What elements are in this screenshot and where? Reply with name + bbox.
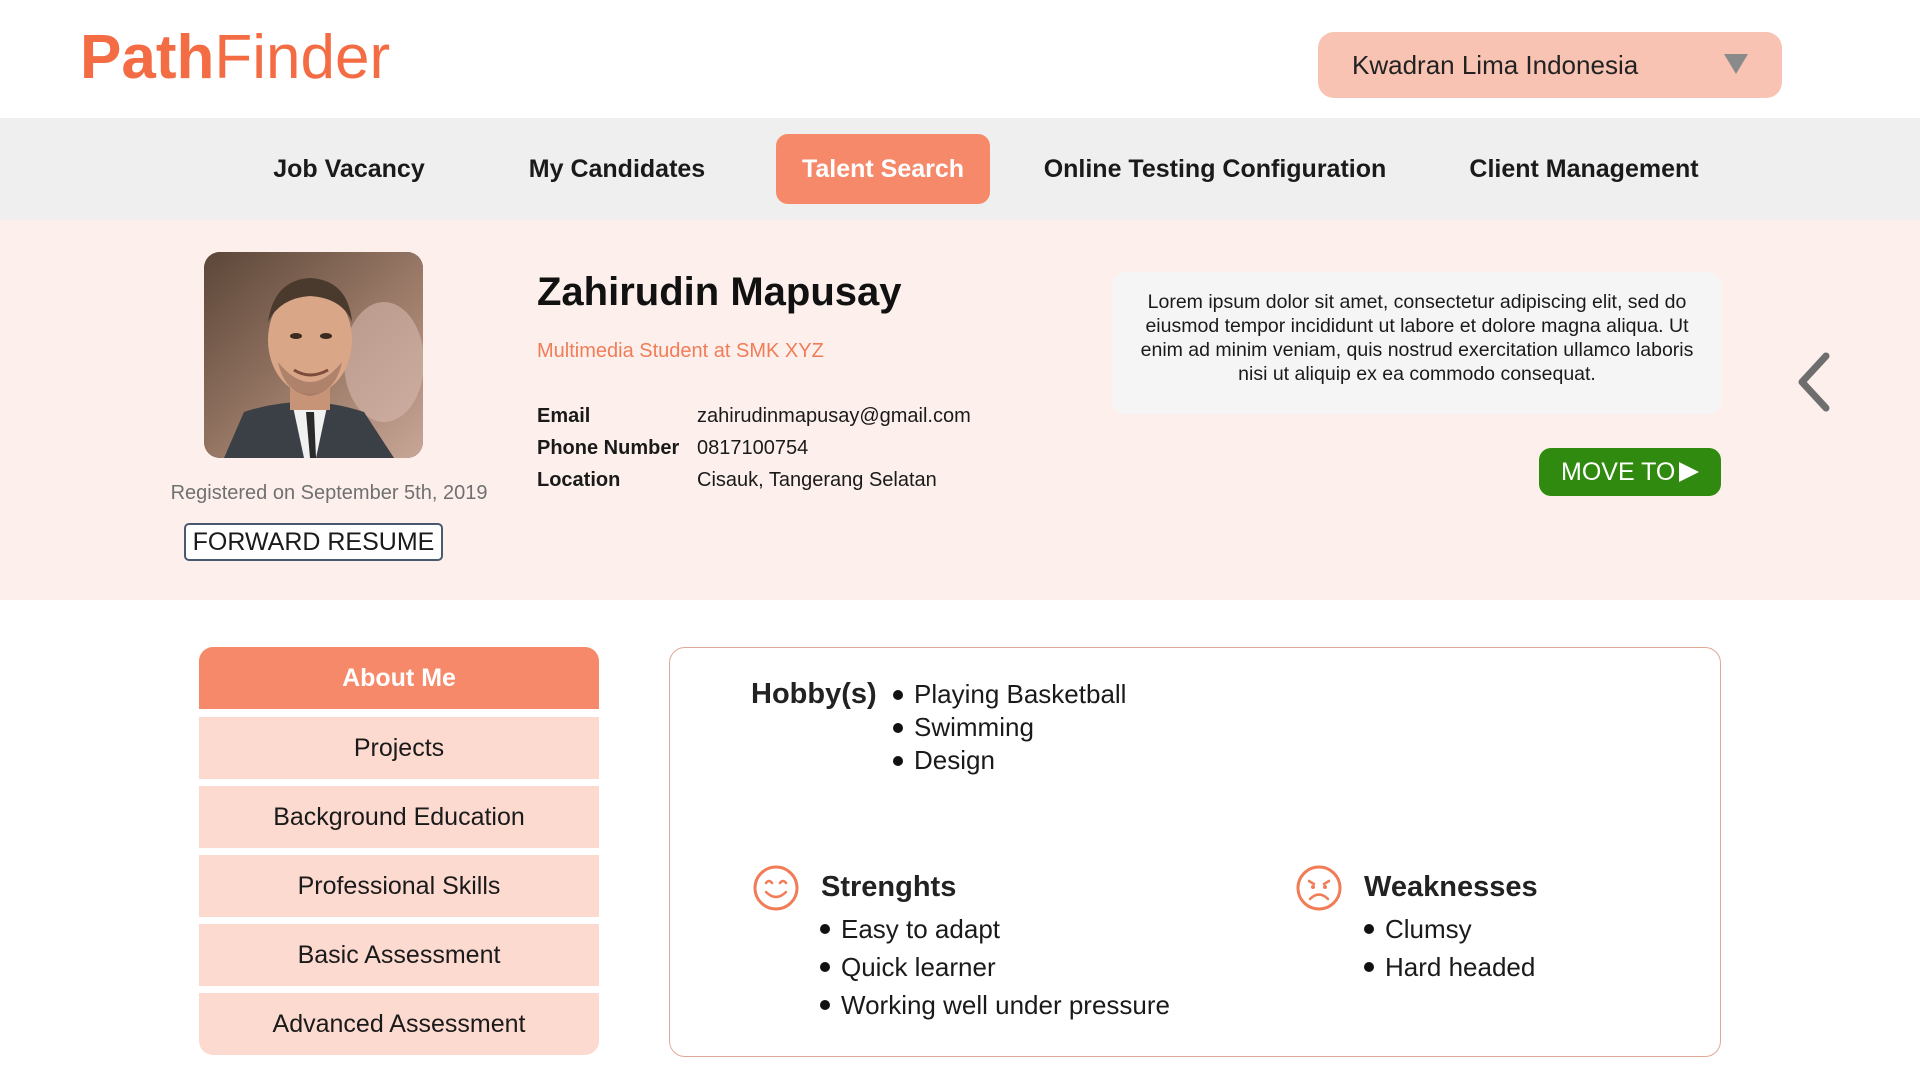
weaknesses-title: Weaknesses xyxy=(1364,871,1538,903)
candidate-name: Zahirudin Mapusay xyxy=(537,270,902,314)
menu-item-advanced-assessment[interactable]: Advanced Assessment xyxy=(199,993,599,1055)
sad-face-icon xyxy=(1296,865,1342,911)
phone-value: 0817100754 xyxy=(697,437,809,459)
list-item: Swimming xyxy=(893,711,1126,744)
hobby-title: Hobby(s) xyxy=(751,678,877,710)
info-row-location: Location Cisauk, Tangerang Selatan xyxy=(537,469,937,492)
about-summary-card: Lorem ipsum dolor sit amet, consectetur … xyxy=(1112,272,1722,414)
info-label: Phone Number xyxy=(537,437,680,459)
forward-resume-button[interactable]: FORWARD RESUME xyxy=(184,523,443,561)
info-row-phone: Phone Number 0817100754 xyxy=(537,437,808,460)
info-label: Email xyxy=(537,405,591,427)
hobby-list: Playing Basketball Swimming Design xyxy=(893,678,1126,777)
list-item: Quick learner xyxy=(820,948,1170,986)
list-item: Playing Basketball xyxy=(893,678,1126,711)
nav-item-client-management[interactable]: Client Management xyxy=(1452,134,1716,204)
weaknesses-list: Clumsy Hard headed xyxy=(1364,910,1535,986)
info-row-email: Email zahirudinmapusay@gmail.com xyxy=(537,405,971,428)
list-item: Clumsy xyxy=(1364,910,1535,948)
brand-logo-part2: Finder xyxy=(214,23,391,92)
nav-item-online-testing-configuration[interactable]: Online Testing Configuration xyxy=(1040,134,1390,204)
company-select-value: Kwadran Lima Indonesia xyxy=(1352,49,1639,80)
nav-item-talent-search[interactable]: Talent Search xyxy=(776,134,990,204)
chevron-left-icon[interactable] xyxy=(1792,352,1836,412)
strengths-title: Strenghts xyxy=(821,871,957,903)
list-item: Hard headed xyxy=(1364,948,1535,986)
smile-face-icon xyxy=(753,865,799,911)
nav-item-job-vacancy[interactable]: Job Vacancy xyxy=(248,134,450,204)
menu-item-projects[interactable]: Projects xyxy=(199,717,599,779)
info-label: Location xyxy=(537,469,621,491)
menu-item-background-education[interactable]: Background Education xyxy=(199,786,599,848)
menu-item-about-me[interactable]: About Me xyxy=(199,647,599,709)
about-summary-text: Lorem ipsum dolor sit amet, consectetur … xyxy=(1140,291,1694,385)
location-value: Cisauk, Tangerang Selatan xyxy=(697,469,937,491)
brand-logo-part1: Path xyxy=(80,23,215,92)
move-to-button[interactable]: MOVE TO xyxy=(1539,448,1721,496)
menu-item-basic-assessment[interactable]: Basic Assessment xyxy=(199,924,599,986)
caret-down-icon xyxy=(1724,54,1748,74)
menu-item-professional-skills[interactable]: Professional Skills xyxy=(199,855,599,917)
move-to-label: MOVE TO xyxy=(1561,457,1676,486)
play-icon xyxy=(1679,462,1699,482)
candidate-subtitle: Multimedia Student at SMK XYZ xyxy=(537,340,824,362)
brand-logo[interactable]: PathFinder xyxy=(80,22,390,94)
list-item: Working well under pressure xyxy=(820,986,1170,1024)
nav-item-my-candidates[interactable]: My Candidates xyxy=(520,134,714,204)
list-item: Design xyxy=(893,744,1126,777)
candidate-photo xyxy=(204,252,423,458)
email-value: zahirudinmapusay@gmail.com xyxy=(697,405,971,427)
main-nav: Job Vacancy My Candidates Talent Search … xyxy=(0,118,1920,220)
registered-date: Registered on September 5th, 2019 xyxy=(170,482,488,504)
strengths-list: Easy to adapt Quick learner Working well… xyxy=(820,910,1170,1024)
company-select[interactable]: Kwadran Lima Indonesia xyxy=(1318,32,1782,98)
list-item: Easy to adapt xyxy=(820,910,1170,948)
